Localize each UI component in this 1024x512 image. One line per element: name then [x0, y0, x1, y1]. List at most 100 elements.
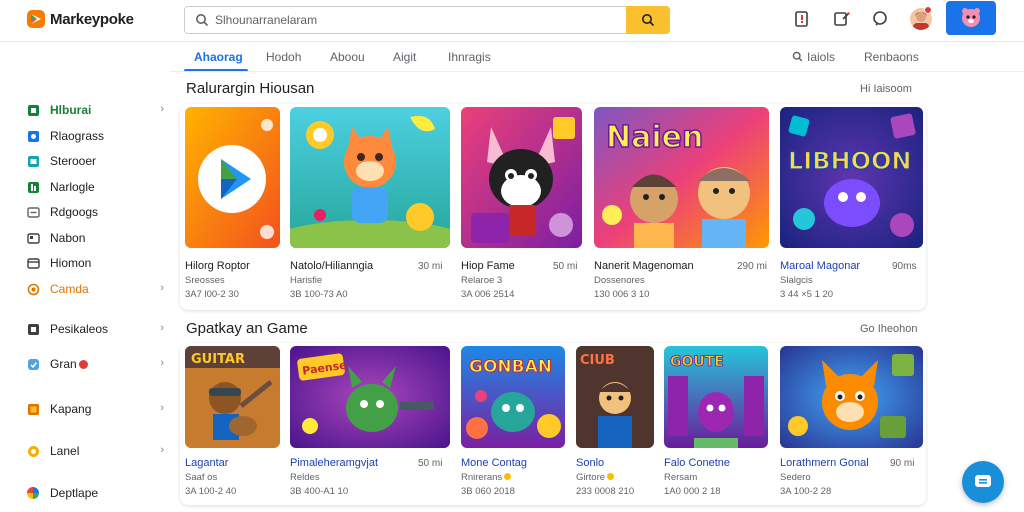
payments-icon	[26, 402, 40, 416]
sidebar-item-label: Gran	[50, 357, 77, 371]
tab-hodoh[interactable]: Hodoh	[266, 50, 301, 64]
search-button[interactable]	[626, 6, 670, 34]
chat-button[interactable]	[962, 461, 1004, 503]
edit-icon[interactable]	[832, 9, 852, 29]
app-thumbnail	[290, 107, 450, 248]
sidebar-item-rdgoogs[interactable]: Rdgoogs	[26, 202, 168, 222]
tab-ihnragis[interactable]: Ihnragis	[448, 50, 491, 64]
mascot-icon	[962, 8, 980, 27]
app-logo[interactable]	[26, 9, 46, 29]
gift-icon	[26, 282, 40, 296]
tab-aboou[interactable]: Aboou	[330, 50, 365, 64]
game-size: 90 mi	[890, 458, 915, 469]
chevron-right-icon: ›	[160, 444, 164, 456]
app-card[interactable]: Hilorg Roptor Sreosses 3A7 l00-2 30	[185, 107, 280, 303]
game-thumbnail: Paense	[290, 346, 450, 448]
app-card[interactable]: LIBHOON Maroal Magonar 90ms Slalgcis 3 4…	[780, 107, 923, 303]
sidebar-item-label: Deptlape	[50, 486, 99, 500]
sidebar-item-hiomon[interactable]: Hiomon	[26, 253, 168, 273]
tab-iaiols-label: Iaiols	[807, 50, 836, 64]
game-name: Lorathmern Gonal	[780, 457, 869, 469]
sidebar-item-rlaograss[interactable]: Rlaograss	[26, 126, 168, 146]
game-stats: 233 0008 210	[576, 486, 635, 497]
sidebar-item-gran[interactable]: Gran ›	[26, 354, 168, 374]
chat-icon	[975, 475, 991, 487]
app-stats: 130 006 3 10	[594, 289, 650, 300]
app-name: Maroal Magonar	[780, 260, 861, 272]
sidebar-item-label: Narlogle	[50, 180, 95, 194]
movies-icon	[26, 231, 40, 245]
sidebar-item-nabon[interactable]: Nabon	[26, 228, 168, 248]
game-card[interactable]: CIUB Sonlo Girtore 233 0008 210	[576, 346, 654, 502]
sidebar-item-lanel[interactable]: Lanel ›	[26, 441, 168, 461]
search-bar[interactable]	[184, 6, 670, 34]
sidebar-item-label: Hlburai	[50, 103, 92, 117]
game-name: Sonlo	[576, 457, 605, 469]
game-stats: 3B 400-A1 10	[290, 486, 349, 497]
sidebar-item-label: Nabon	[50, 231, 86, 245]
books-icon	[26, 205, 40, 219]
tab-renbaons[interactable]: Renbaons	[864, 50, 919, 64]
app-card[interactable]: Natolo/Hilianngia 30 mi Harisfie 3B 100-…	[290, 107, 450, 303]
sidebar-item-label: Pesikaleos	[50, 322, 109, 336]
app-card[interactable]: Hiop Fame 50 mi Relaroe 3 3A 006 2514	[461, 107, 582, 303]
brand-name[interactable]: Markeypoke	[50, 11, 134, 28]
app-name: Natolo/Hilianngia	[290, 260, 374, 272]
sidebar-item-deptlape[interactable]: Deptlape	[26, 483, 168, 503]
game-card[interactable]: Lorathmern Gonal 90 mi Sedero 3A 100-2 2…	[780, 346, 923, 502]
game-card[interactable]: GUITAR Lagantar Saaf os 3A 100-2 40	[185, 346, 280, 502]
thumb-title: LIBHOON	[788, 147, 912, 175]
game-developer: Sedero	[780, 472, 811, 483]
sidebar-item-label: Sterooer	[50, 154, 97, 168]
game-thumbnail: GOUTE	[664, 346, 768, 448]
app-developer: Dossenores	[594, 275, 645, 286]
app-developer: Slalgcis	[780, 275, 813, 286]
sidebar-item-hlburai[interactable]: Hlburai ›	[26, 100, 168, 120]
kids-icon	[26, 256, 40, 270]
game-name: Pimaleheramgvjat	[290, 457, 379, 469]
sidebar-item-label: Camda	[50, 282, 89, 296]
sidebar-item-label: Rdgoogs	[50, 205, 99, 219]
game-name: Falo Conetne	[664, 457, 731, 469]
verified-icon	[607, 473, 615, 480]
app-stats: 3B 100-73 A0	[290, 289, 348, 300]
app-size: 50 mi	[553, 261, 578, 272]
thumb-title: CIUB	[580, 353, 615, 368]
game-stats: 3A 100-2 40	[185, 486, 237, 497]
sidebar-item-pesikaleos[interactable]: Pesikaleos ›	[26, 319, 168, 339]
search-input[interactable]	[215, 12, 615, 28]
tabs-divider	[170, 71, 1024, 72]
sidebar-item-camda[interactable]: Camda ›	[26, 279, 168, 299]
game-card[interactable]: GONBAN Mone Contag Rnirerans 3B 060 2018	[461, 346, 565, 502]
section-more-link[interactable]: Hi Iaisoom	[860, 83, 912, 95]
app-developer: Relaroe 3	[461, 275, 503, 286]
search-icon	[196, 14, 209, 27]
game-card[interactable]: Paense Pimaleheramgvjat 50 mi Reldes 3B …	[290, 346, 450, 502]
app-size: 30 mi	[418, 261, 443, 272]
thumb-title: Naien	[606, 120, 703, 155]
section-title-ralurargin: Ralurargin Hiousan	[186, 80, 315, 97]
sidebar-item-kapang[interactable]: Kapang ›	[26, 399, 168, 419]
notification-badge	[78, 359, 88, 369]
tab-ahaorag[interactable]: Ahaorag	[194, 50, 243, 64]
tab-aigit[interactable]: Aigit	[393, 50, 416, 64]
game-name: Mone Contag	[461, 457, 528, 469]
sidebar: Hlburai › Rlaograss Sterooer Narlogle Rd…	[0, 90, 176, 512]
sidebar-item-narlogle[interactable]: Narlogle	[26, 177, 168, 197]
app-developer: Sreosses	[185, 275, 225, 286]
games-icon	[26, 129, 40, 143]
chat-search-icon[interactable]	[870, 9, 890, 29]
sidebar-item-sterooer[interactable]: Sterooer	[26, 151, 168, 171]
app-card[interactable]: Naien Nanerit Magenoman 290 mi Dossenore…	[594, 107, 769, 303]
thumb-title: GOUTE	[670, 354, 724, 370]
app-stats: 3A 006 2514	[461, 289, 515, 300]
game-card[interactable]: GOUTE Falo Conetne Rersam 1A0 000 2 18	[664, 346, 768, 502]
app-name: Hiop Fame	[461, 260, 515, 272]
chevron-right-icon: ›	[160, 322, 164, 334]
tab-iaiols[interactable]: Iaiols	[792, 50, 835, 64]
sidebar-item-label: Rlaograss	[50, 129, 105, 143]
app-size: 90ms	[892, 261, 917, 272]
notification-icon[interactable]	[792, 9, 812, 29]
account-button[interactable]	[946, 1, 996, 35]
section-more-link[interactable]: Go Iheohon	[860, 323, 918, 335]
